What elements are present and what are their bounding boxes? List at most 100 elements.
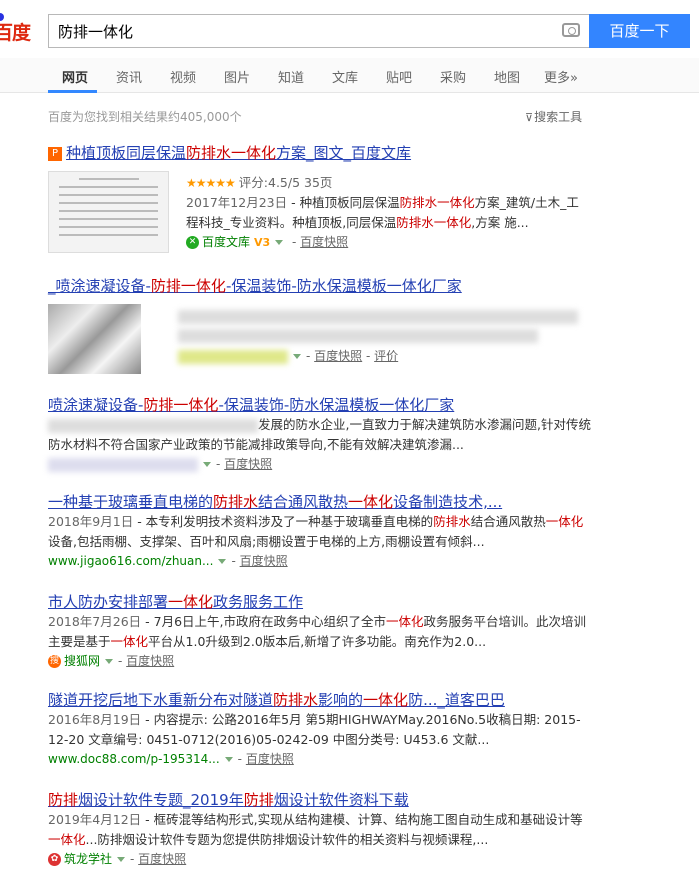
rating-stars: ★★★★★ — [186, 176, 236, 190]
result-date: 2019年4月12日 — [48, 812, 142, 827]
tab-zhidao[interactable]: 知道 — [278, 67, 304, 86]
tab-images[interactable]: 图片 — [224, 67, 250, 86]
rating-text: 评分:4.5/5 35页 — [238, 175, 333, 190]
title-highlight: 防排 — [243, 791, 274, 809]
result-abstract: 2018年7月26日 - 7月6日上午,市政府在政务中心组织了全市一体化政务服务… — [48, 612, 593, 652]
zhulong-icon: ✿ — [48, 853, 61, 866]
result-item: 市人防办安排部署一体化政务服务工作 2018年7月26日 - 7月6日上午,市政… — [48, 592, 593, 670]
result-item: 防排烟设计软件专题_2019年防排烟设计软件资料下载 2019年4月12日 - … — [48, 790, 593, 868]
abstract-text: - 本专利发明技术资料涉及了一种基于玻璃垂直电梯的 — [133, 514, 434, 529]
sohu-icon: 搜 — [48, 655, 61, 668]
tab-map[interactable]: 地图 — [494, 67, 520, 86]
result-title-link[interactable]: P 种植顶板同层保温防排水一体化方案_图文_百度文库 — [48, 143, 593, 163]
snapshot-link[interactable]: 百度快照 — [246, 752, 294, 766]
dropdown-icon[interactable] — [105, 659, 114, 664]
dropdown-icon[interactable] — [117, 857, 126, 862]
title-text: 结合通风散热 — [258, 493, 349, 511]
title-text: _喷涂速凝设备- — [48, 277, 151, 295]
title-highlight: 防排水一体化 — [186, 144, 277, 162]
search-tools-button[interactable]: 搜索工具 — [525, 108, 582, 125]
result-abstract: 发展的防水企业,一直致力于解决建筑防水渗漏问题,针对传统防水材料不符合国家产业政… — [48, 415, 593, 455]
title-text: 市人防办安排部署 — [48, 593, 169, 611]
result-item: P 种植顶板同层保温防排水一体化方案_图文_百度文库 ★★★★★ 评分:4.5/5… — [48, 143, 593, 253]
title-text: 烟设计软件专题_2019年 — [78, 791, 244, 809]
title-text: 设备制造技术,... — [393, 493, 503, 511]
result-item: 隧道开挖后地下水重新分布对隧道防排水影响的一体化防..._道客巴巴 2016年8… — [48, 690, 593, 768]
tab-more[interactable]: 更多» — [544, 67, 578, 86]
result-date: 2018年9月1日 — [48, 514, 134, 529]
title-text: 隧道开挖后地下水重新分布对隧道 — [48, 691, 274, 709]
result-count: 百度为您找到相关结果约405,000个 — [48, 110, 242, 124]
result-title-link[interactable]: 一种基于玻璃垂直电梯的防排水结合通风散热一体化设备制造技术,... — [48, 492, 593, 512]
dropdown-icon[interactable] — [275, 240, 284, 245]
snapshot-link[interactable]: 百度快照 — [300, 235, 348, 249]
tab-purchase[interactable]: 采购 — [440, 67, 466, 86]
title-highlight: 防排 — [48, 791, 79, 809]
baidu-logo[interactable]: 百度 — [0, 18, 31, 45]
review-link[interactable]: 评价 — [374, 349, 398, 363]
abstract-highlight: 一体化 — [545, 514, 584, 529]
title-highlight: 一体化 — [168, 593, 214, 611]
title-highlight: 防排一体化 — [143, 396, 219, 414]
result-date: 2017年12月23日 — [186, 195, 288, 210]
result-date: 2018年7月26日 — [48, 614, 142, 629]
result-title-link[interactable]: 喷涂速凝设备-防排一体化-保温装饰-防水保温模板一体化厂家 — [48, 395, 593, 415]
result-title-link[interactable]: 市人防办安排部署一体化政务服务工作 — [48, 592, 593, 612]
abstract-highlight: 防排水一体化 — [399, 195, 475, 210]
result-date: 2016年8月19日 — [48, 712, 142, 727]
search-button[interactable]: 百度一下 — [589, 14, 690, 48]
result-title-link[interactable]: 防排烟设计软件专题_2019年防排烟设计软件资料下载 — [48, 790, 593, 810]
tab-wenku[interactable]: 文库 — [332, 67, 358, 86]
title-text: 影响的 — [318, 691, 364, 709]
snapshot-link[interactable]: 百度快照 — [138, 852, 186, 866]
result-title-link[interactable]: 隧道开挖后地下水重新分布对隧道防排水影响的一体化防..._道客巴巴 — [48, 690, 593, 710]
camera-icon[interactable] — [562, 23, 580, 37]
result-title-link[interactable]: _喷涂速凝设备-防排一体化-保温装饰-防水保温模板一体化厂家 — [48, 276, 593, 296]
abstract-text: 平台从1.0升级到2.0版本后,新增了许多功能。南充作为2.0... — [148, 634, 487, 649]
result-item: 喷涂速凝设备-防排一体化-保温装饰-防水保温模板一体化厂家 发展的防水企业,一直… — [48, 395, 593, 473]
title-text: -保温装饰-防水保温模板一体化厂家 — [218, 396, 455, 414]
source-name[interactable]: 筑龙学社 — [64, 852, 112, 866]
abstract-text: 设备,包括雨棚、支撑架、百叶和风扇;雨棚设置于电梯的上方,雨棚设置有倾斜... — [48, 534, 485, 549]
blurred-abstract: - 百度快照 - 评价 — [178, 304, 588, 365]
result-abstract: ★★★★★ 评分:4.5/5 35页 2017年12月23日 - 种植顶板同层保… — [186, 175, 579, 249]
snapshot-link[interactable]: 百度快照 — [240, 554, 288, 568]
document-thumbnail[interactable] — [48, 171, 169, 253]
search-tabs: 网页 资讯 视频 图片 知道 文库 贴吧 采购 地图 更多» — [0, 58, 699, 93]
dropdown-icon[interactable] — [293, 354, 301, 359]
dropdown-icon[interactable] — [218, 559, 227, 564]
source-name[interactable]: 搜狐网 — [64, 654, 100, 668]
abstract-highlight: 防排水 — [433, 514, 471, 529]
title-highlight: 防排一体化 — [150, 277, 226, 295]
wenku-icon: ✕ — [186, 236, 199, 249]
result-url[interactable]: www.jigao616.com/zhuan... — [48, 554, 213, 568]
abstract-text: - 种植顶板同层保温 — [287, 195, 400, 210]
title-text: 种植顶板同层保温 — [66, 144, 187, 162]
title-text: 一种基于玻璃垂直电梯的 — [48, 493, 214, 511]
snapshot-link[interactable]: 百度快照 — [224, 457, 272, 471]
tab-video[interactable]: 视频 — [170, 67, 196, 86]
dropdown-icon[interactable] — [203, 462, 211, 467]
tab-news[interactable]: 资讯 — [116, 67, 142, 86]
abstract-highlight: 一体化 — [386, 614, 424, 629]
tab-web[interactable]: 网页 — [62, 67, 88, 86]
title-text: -保温装饰-防水保温模板一体化厂家 — [225, 277, 462, 295]
snapshot-link[interactable]: 百度快照 — [126, 654, 174, 668]
active-tab-underline — [48, 90, 97, 93]
abstract-text: 结合通风散热 — [470, 514, 546, 529]
abstract-highlight: 防排水一体化 — [396, 215, 472, 230]
abstract-text: - 框砖混等结构形式,实现从结构建模、计算、结构施工图自动生成和基础设计等 — [141, 812, 583, 827]
abstract-highlight: 一体化 — [110, 634, 149, 649]
result-url[interactable]: www.doc88.com/p-195314... — [48, 752, 220, 766]
search-input[interactable] — [49, 15, 539, 47]
title-text: 方案_图文_百度文库 — [276, 144, 412, 162]
title-highlight: 防排水 — [273, 691, 319, 709]
source-name[interactable]: 百度文库 — [202, 235, 250, 249]
abstract-highlight: 一体化 — [48, 832, 86, 847]
result-thumbnail[interactable] — [48, 304, 141, 374]
tab-tieba[interactable]: 贴吧 — [386, 67, 412, 86]
title-highlight: 一体化 — [363, 691, 409, 709]
title-text: 防..._道客巴巴 — [408, 691, 505, 709]
dropdown-icon[interactable] — [224, 757, 233, 762]
snapshot-link[interactable]: 百度快照 — [314, 349, 362, 363]
